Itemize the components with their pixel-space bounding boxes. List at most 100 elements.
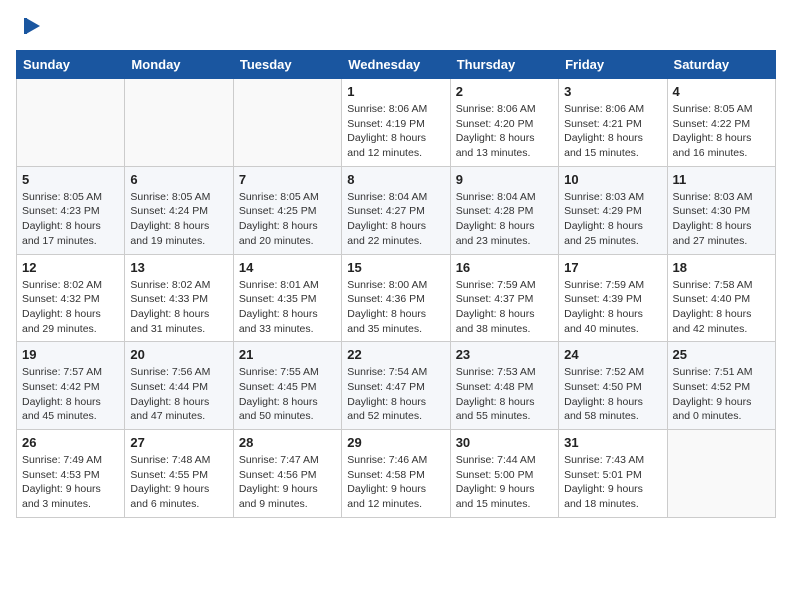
- day-info: Sunrise: 8:06 AM Sunset: 4:20 PM Dayligh…: [456, 102, 553, 161]
- calendar-cell: 27 Sunrise: 7:48 AM Sunset: 4:55 PM Dayli…: [125, 430, 233, 518]
- day-info: Sunrise: 7:55 AM Sunset: 4:45 PM Dayligh…: [239, 365, 336, 424]
- day-info: Sunrise: 8:05 AM Sunset: 4:25 PM Dayligh…: [239, 190, 336, 249]
- day-info: Sunrise: 8:06 AM Sunset: 4:19 PM Dayligh…: [347, 102, 444, 161]
- day-info: Sunrise: 7:57 AM Sunset: 4:42 PM Dayligh…: [22, 365, 119, 424]
- day-header-thursday: Thursday: [450, 51, 558, 79]
- day-number: 14: [239, 260, 336, 275]
- header: [16, 16, 776, 38]
- day-number: 28: [239, 435, 336, 450]
- day-info: Sunrise: 8:05 AM Sunset: 4:22 PM Dayligh…: [673, 102, 770, 161]
- day-number: 1: [347, 84, 444, 99]
- day-number: 23: [456, 347, 553, 362]
- calendar-cell: 12Sunrise: 8:02 AM Sunset: 4:32 PM Dayli…: [17, 254, 125, 342]
- day-info: Sunrise: 8:05 AM Sunset: 4:23 PM Dayligh…: [22, 190, 119, 249]
- calendar-cell: 7 Sunrise: 8:05 AM Sunset: 4:25 PM Daylig…: [233, 166, 341, 254]
- week-row-3: 12Sunrise: 8:02 AM Sunset: 4:32 PM Dayli…: [17, 254, 776, 342]
- day-number: 24: [564, 347, 661, 362]
- calendar-cell: 30 Sunrise: 7:44 AM Sunset: 5:00 PM Dayli…: [450, 430, 558, 518]
- week-row-4: 19 Sunrise: 7:57 AM Sunset: 4:42 PM Dayli…: [17, 342, 776, 430]
- day-info: Sunrise: 7:59 AM Sunset: 4:39 PM Dayligh…: [564, 278, 661, 337]
- days-header-row: SundayMondayTuesdayWednesdayThursdayFrid…: [17, 51, 776, 79]
- day-info: Sunrise: 7:59 AM Sunset: 4:37 PM Dayligh…: [456, 278, 553, 337]
- day-number: 27: [130, 435, 227, 450]
- calendar-cell: 14Sunrise: 8:01 AM Sunset: 4:35 PM Dayli…: [233, 254, 341, 342]
- day-number: 10: [564, 172, 661, 187]
- day-info: Sunrise: 8:06 AM Sunset: 4:21 PM Dayligh…: [564, 102, 661, 161]
- calendar-cell: 15 Sunrise: 8:00 AM Sunset: 4:36 PM Dayli…: [342, 254, 450, 342]
- day-number: 11: [673, 172, 770, 187]
- calendar-cell: 13Sunrise: 8:02 AM Sunset: 4:33 PM Dayli…: [125, 254, 233, 342]
- calendar-cell: 31Sunrise: 7:43 AM Sunset: 5:01 PM Dayli…: [559, 430, 667, 518]
- logo-icon: [20, 16, 42, 38]
- day-info: Sunrise: 7:47 AM Sunset: 4:56 PM Dayligh…: [239, 453, 336, 512]
- calendar-cell: 22Sunrise: 7:54 AM Sunset: 4:47 PM Dayli…: [342, 342, 450, 430]
- day-header-friday: Friday: [559, 51, 667, 79]
- day-info: Sunrise: 8:03 AM Sunset: 4:30 PM Dayligh…: [673, 190, 770, 249]
- day-info: Sunrise: 8:05 AM Sunset: 4:24 PM Dayligh…: [130, 190, 227, 249]
- day-header-wednesday: Wednesday: [342, 51, 450, 79]
- day-info: Sunrise: 7:43 AM Sunset: 5:01 PM Dayligh…: [564, 453, 661, 512]
- day-number: 15: [347, 260, 444, 275]
- calendar-table: SundayMondayTuesdayWednesdayThursdayFrid…: [16, 50, 776, 518]
- calendar-cell: 25 Sunrise: 7:51 AM Sunset: 4:52 PM Dayli…: [667, 342, 775, 430]
- calendar-cell: 11 Sunrise: 8:03 AM Sunset: 4:30 PM Dayli…: [667, 166, 775, 254]
- day-header-saturday: Saturday: [667, 51, 775, 79]
- day-number: 18: [673, 260, 770, 275]
- calendar-cell: 24 Sunrise: 7:52 AM Sunset: 4:50 PM Dayli…: [559, 342, 667, 430]
- calendar-cell: 19 Sunrise: 7:57 AM Sunset: 4:42 PM Dayli…: [17, 342, 125, 430]
- day-number: 13: [130, 260, 227, 275]
- day-info: Sunrise: 8:00 AM Sunset: 4:36 PM Dayligh…: [347, 278, 444, 337]
- day-number: 19: [22, 347, 119, 362]
- day-number: 4: [673, 84, 770, 99]
- day-number: 5: [22, 172, 119, 187]
- calendar-cell: 5 Sunrise: 8:05 AM Sunset: 4:23 PM Daylig…: [17, 166, 125, 254]
- day-number: 26: [22, 435, 119, 450]
- day-info: Sunrise: 7:48 AM Sunset: 4:55 PM Dayligh…: [130, 453, 227, 512]
- day-number: 3: [564, 84, 661, 99]
- week-row-1: 1 Sunrise: 8:06 AM Sunset: 4:19 PM Daylig…: [17, 79, 776, 167]
- day-number: 9: [456, 172, 553, 187]
- calendar-cell: 6 Sunrise: 8:05 AM Sunset: 4:24 PM Daylig…: [125, 166, 233, 254]
- day-number: 2: [456, 84, 553, 99]
- day-number: 25: [673, 347, 770, 362]
- calendar-cell: 1 Sunrise: 8:06 AM Sunset: 4:19 PM Daylig…: [342, 79, 450, 167]
- calendar-cell: [667, 430, 775, 518]
- calendar-cell: 26 Sunrise: 7:49 AM Sunset: 4:53 PM Dayli…: [17, 430, 125, 518]
- day-number: 20: [130, 347, 227, 362]
- day-number: 8: [347, 172, 444, 187]
- day-header-monday: Monday: [125, 51, 233, 79]
- calendar-cell: 17Sunrise: 7:59 AM Sunset: 4:39 PM Dayli…: [559, 254, 667, 342]
- day-info: Sunrise: 7:46 AM Sunset: 4:58 PM Dayligh…: [347, 453, 444, 512]
- week-row-2: 5 Sunrise: 8:05 AM Sunset: 4:23 PM Daylig…: [17, 166, 776, 254]
- day-info: Sunrise: 8:04 AM Sunset: 4:27 PM Dayligh…: [347, 190, 444, 249]
- day-info: Sunrise: 7:52 AM Sunset: 4:50 PM Dayligh…: [564, 365, 661, 424]
- calendar-cell: 3 Sunrise: 8:06 AM Sunset: 4:21 PM Daylig…: [559, 79, 667, 167]
- day-info: Sunrise: 7:44 AM Sunset: 5:00 PM Dayligh…: [456, 453, 553, 512]
- day-header-tuesday: Tuesday: [233, 51, 341, 79]
- calendar-cell: [125, 79, 233, 167]
- day-info: Sunrise: 8:02 AM Sunset: 4:32 PM Dayligh…: [22, 278, 119, 337]
- logo: [16, 16, 42, 38]
- calendar-cell: 28 Sunrise: 7:47 AM Sunset: 4:56 PM Dayli…: [233, 430, 341, 518]
- day-number: 16: [456, 260, 553, 275]
- day-number: 7: [239, 172, 336, 187]
- calendar-cell: 9Sunrise: 8:04 AM Sunset: 4:28 PM Daylig…: [450, 166, 558, 254]
- day-number: 29: [347, 435, 444, 450]
- calendar-cell: [17, 79, 125, 167]
- calendar-cell: 20 Sunrise: 7:56 AM Sunset: 4:44 PM Dayli…: [125, 342, 233, 430]
- calendar-cell: 29 Sunrise: 7:46 AM Sunset: 4:58 PM Dayli…: [342, 430, 450, 518]
- calendar-cell: 23Sunrise: 7:53 AM Sunset: 4:48 PM Dayli…: [450, 342, 558, 430]
- calendar-cell: 18Sunrise: 7:58 AM Sunset: 4:40 PM Dayli…: [667, 254, 775, 342]
- day-info: Sunrise: 7:56 AM Sunset: 4:44 PM Dayligh…: [130, 365, 227, 424]
- calendar-cell: [233, 79, 341, 167]
- day-info: Sunrise: 7:49 AM Sunset: 4:53 PM Dayligh…: [22, 453, 119, 512]
- calendar-cell: 4 Sunrise: 8:05 AM Sunset: 4:22 PM Daylig…: [667, 79, 775, 167]
- day-number: 21: [239, 347, 336, 362]
- day-number: 30: [456, 435, 553, 450]
- calendar-cell: 2 Sunrise: 8:06 AM Sunset: 4:20 PM Daylig…: [450, 79, 558, 167]
- calendar-cell: 10Sunrise: 8:03 AM Sunset: 4:29 PM Dayli…: [559, 166, 667, 254]
- calendar-cell: 16 Sunrise: 7:59 AM Sunset: 4:37 PM Dayli…: [450, 254, 558, 342]
- day-number: 6: [130, 172, 227, 187]
- day-info: Sunrise: 7:51 AM Sunset: 4:52 PM Dayligh…: [673, 365, 770, 424]
- week-row-5: 26 Sunrise: 7:49 AM Sunset: 4:53 PM Dayli…: [17, 430, 776, 518]
